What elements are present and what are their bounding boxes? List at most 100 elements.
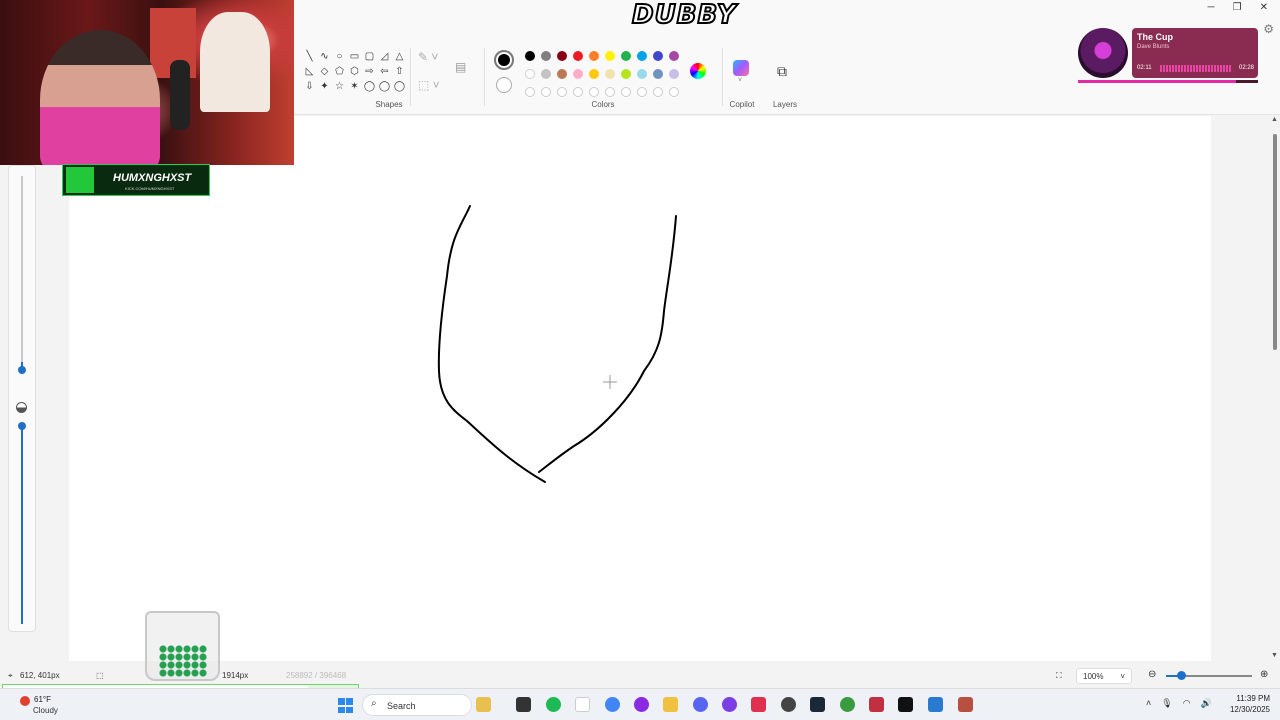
chrome-icon[interactable]: [605, 697, 620, 712]
app-icon[interactable]: [751, 697, 766, 712]
color-swatch[interactable]: [653, 87, 663, 97]
color-swatch[interactable]: [541, 69, 551, 79]
color-swatch[interactable]: [637, 87, 647, 97]
chevron-down-icon[interactable]: ˅: [738, 77, 742, 84]
zoom-select[interactable]: 100% ˅: [1076, 668, 1132, 684]
shape-tool-icon[interactable]: ◯: [377, 80, 392, 93]
music-app-icon[interactable]: [575, 697, 590, 712]
volume-icon[interactable]: 🔊: [1201, 698, 1212, 709]
layers-icon[interactable]: ⧉: [777, 63, 787, 80]
shapes-gallery[interactable]: ╲ ∿ ○ ▭ ▢ ◿ △ ◺ ◇ ⬠ ⬡ ⇨ ⇦ ⇧ ⇩ ✦ ☆ ✶ ◯ ◯ ◯: [302, 50, 407, 93]
color-swatch[interactable]: [669, 69, 679, 79]
brush-size-slider[interactable]: [21, 176, 23, 368]
color-swatch[interactable]: [621, 87, 631, 97]
weather-icon[interactable]: [20, 696, 30, 706]
color-swatch[interactable]: [637, 69, 647, 79]
folder-icon[interactable]: [476, 697, 491, 712]
shape-tool-icon[interactable]: ⇩: [302, 80, 317, 93]
vertical-scrollbar[interactable]: ▲ ▼: [1270, 116, 1280, 661]
color-swatch[interactable]: [573, 51, 583, 61]
color-swatch[interactable]: [637, 51, 647, 61]
scroll-up-icon[interactable]: ▲: [1271, 116, 1278, 123]
color-swatch[interactable]: [573, 69, 583, 79]
settings-gear-icon[interactable]: ⚙: [1263, 22, 1274, 36]
scroll-down-icon[interactable]: ▼: [1271, 652, 1278, 659]
fill-icon[interactable]: ⬚ ˅: [418, 78, 440, 106]
color-swatch[interactable]: [621, 51, 631, 61]
color-swatch[interactable]: [605, 87, 615, 97]
shape-tool-icon[interactable]: △: [392, 50, 407, 63]
color-swatch[interactable]: [589, 69, 599, 79]
chrome-icon[interactable]: [840, 697, 855, 712]
shape-tool-icon[interactable]: ○: [332, 50, 347, 63]
color-swatch[interactable]: [589, 51, 599, 61]
edit-colors-icon[interactable]: [690, 63, 706, 79]
opacity-knob[interactable]: [18, 422, 26, 430]
windows-start-icon[interactable]: [338, 698, 353, 713]
color-swatch[interactable]: [541, 87, 551, 97]
taskbar-clock[interactable]: 11:39 PM 12/30/2025: [1230, 693, 1270, 715]
color-swatch[interactable]: [605, 69, 615, 79]
color-swatch[interactable]: [525, 87, 535, 97]
scrollbar-thumb[interactable]: [1273, 134, 1277, 350]
minimize-button[interactable]: ─: [1208, 2, 1215, 13]
color-swatch[interactable]: [525, 69, 535, 79]
shape-tool-icon[interactable]: ⇦: [377, 65, 392, 78]
color-swatch[interactable]: [621, 69, 631, 79]
color-swatch[interactable]: [557, 51, 567, 61]
color-swatch[interactable]: [669, 87, 679, 97]
drawing-canvas[interactable]: [69, 116, 1211, 661]
shape-tool-icon[interactable]: ◇: [317, 65, 332, 78]
steam-icon[interactable]: [810, 697, 825, 712]
wifi-icon[interactable]: ◠: [1183, 698, 1191, 709]
obs-icon[interactable]: [781, 697, 796, 712]
shape-tool-icon[interactable]: ▭: [347, 50, 362, 63]
shape-tool-icon[interactable]: ◯: [392, 80, 407, 93]
brush-size-knob[interactable]: [18, 366, 26, 374]
taskbar-search[interactable]: ⌕ Search: [362, 694, 472, 716]
shape-tool-icon[interactable]: ╲: [302, 50, 317, 63]
color-swatch[interactable]: [541, 51, 551, 61]
shape-tool-icon[interactable]: ◿: [377, 50, 392, 63]
color-swatch[interactable]: [605, 51, 615, 61]
color-swatch[interactable]: [653, 51, 663, 61]
shape-tool-icon[interactable]: ✶: [347, 80, 362, 93]
color-swatch[interactable]: [557, 87, 567, 97]
app-icon[interactable]: [722, 697, 737, 712]
paint-icon[interactable]: [928, 697, 943, 712]
shape-tool-icon[interactable]: ✦: [317, 80, 332, 93]
shape-outline-fill[interactable]: ✎ ˅ ⬚ ˅: [418, 50, 440, 106]
task-view-icon[interactable]: [516, 697, 531, 712]
shape-tool-icon[interactable]: ◺: [302, 65, 317, 78]
copilot-icon[interactable]: [733, 60, 749, 76]
shape-tool-icon[interactable]: ∿: [317, 50, 332, 63]
zoom-in-icon[interactable]: ⊕: [1260, 669, 1268, 680]
color-swatch[interactable]: [653, 69, 663, 79]
color-swatch[interactable]: [573, 87, 583, 97]
zoom-out-icon[interactable]: ⊖: [1148, 669, 1156, 680]
color-swatch[interactable]: [669, 51, 679, 61]
fit-to-window-icon[interactable]: ⛶: [1056, 671, 1062, 681]
shape-size-icon[interactable]: ▤: [455, 60, 466, 74]
app-icon[interactable]: [898, 697, 913, 712]
file-explorer-icon[interactable]: [663, 697, 678, 712]
zoom-slider-knob[interactable]: [1177, 671, 1186, 680]
color-swatch[interactable]: [557, 69, 567, 79]
chevron-up-icon[interactable]: ˄: [1146, 698, 1151, 709]
shape-tool-icon[interactable]: ◯: [362, 80, 377, 93]
secondary-color-button[interactable]: [496, 77, 512, 93]
shape-tool-icon[interactable]: ⇧: [392, 65, 407, 78]
maximize-button[interactable]: ❐: [1233, 2, 1242, 13]
color-swatch[interactable]: [525, 51, 535, 61]
primary-color-button[interactable]: [494, 50, 514, 70]
spotify-icon[interactable]: [546, 697, 561, 712]
discord-icon[interactable]: [693, 697, 708, 712]
close-button[interactable]: ✕: [1260, 2, 1268, 13]
opacity-slider[interactable]: [21, 424, 23, 624]
browser-icon[interactable]: [634, 697, 649, 712]
microphone-icon[interactable]: 🎙: [1161, 698, 1172, 709]
color-swatch[interactable]: [589, 87, 599, 97]
shape-tool-icon[interactable]: ▢: [362, 50, 377, 63]
app-icon[interactable]: [869, 697, 884, 712]
shape-tool-icon[interactable]: ⬠: [332, 65, 347, 78]
